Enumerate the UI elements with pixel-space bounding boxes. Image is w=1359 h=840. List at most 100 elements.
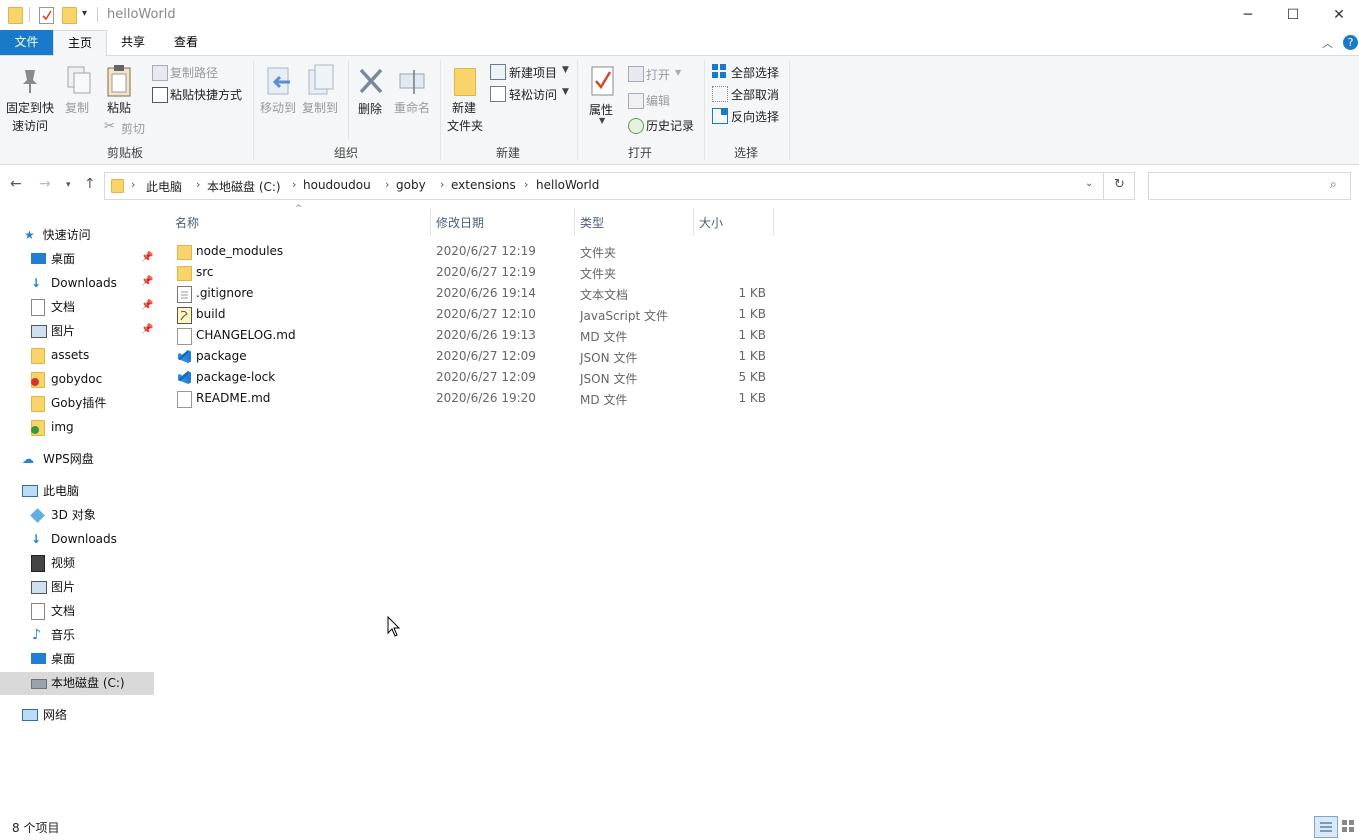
copy-path-button[interactable]: 复制路径 — [170, 64, 218, 81]
table-row[interactable]: build 2020/6/27 12:10 JavaScript 文件 1 KB — [170, 304, 774, 325]
paste-button[interactable]: 粘贴 — [107, 99, 131, 116]
search-box[interactable]: ⌕ — [1148, 172, 1351, 200]
invert-selection-icon — [712, 108, 728, 124]
pin-icon[interactable]: 📌 — [141, 324, 153, 335]
rename-button[interactable]: 重命名 — [394, 99, 430, 116]
address-dropdown-icon[interactable]: ⌄ — [1085, 178, 1093, 189]
table-row[interactable]: package-lock 2020/6/27 12:09 JSON 文件 5 KB — [170, 367, 774, 388]
window-title: helloWorld — [107, 7, 176, 22]
file-size: 1 KB — [738, 349, 766, 363]
tab-file[interactable]: 文件 — [0, 30, 53, 55]
pin-icon[interactable]: 📌 — [141, 276, 153, 287]
delete-icon — [356, 66, 386, 98]
new-item-button[interactable]: 新建项目 — [509, 64, 557, 81]
divider[interactable] — [693, 208, 694, 236]
customize-quick-access-icon[interactable]: ▾ — [82, 8, 87, 19]
new-folder-label-1[interactable]: 新建 — [452, 99, 476, 116]
music-note-icon: ♪ — [32, 627, 41, 643]
divider[interactable] — [773, 208, 774, 236]
nav-label: Downloads — [51, 532, 117, 546]
collapse-ribbon-icon[interactable]: ︿ — [1322, 35, 1333, 51]
help-icon[interactable]: ? — [1343, 35, 1358, 50]
paste-icon — [104, 64, 134, 97]
file-type: MD 文件 — [580, 330, 628, 344]
chevron-right-icon[interactable]: › — [440, 178, 444, 191]
pin-to-quick-access-label-1[interactable]: 固定到快 — [6, 99, 54, 116]
search-input[interactable] — [1153, 176, 1327, 196]
breadcrumb-helloworld[interactable]: helloWorld — [536, 178, 599, 192]
nav-label: 此电脑 — [43, 484, 80, 498]
file-type: 文本文档 — [580, 288, 629, 302]
table-row[interactable]: src 2020/6/27 12:19 文件夹 — [170, 262, 774, 283]
minimize-button[interactable]: ─ — [1225, 0, 1271, 30]
film-icon — [31, 555, 45, 572]
chevron-right-icon[interactable]: › — [196, 178, 200, 191]
properties-quick-icon[interactable] — [39, 7, 54, 24]
copy-to-button[interactable]: 复制到 — [302, 99, 338, 116]
move-to-button[interactable]: 移动到 — [260, 99, 296, 116]
column-header-name[interactable]: 名称 — [175, 214, 199, 231]
edit-button[interactable]: 编辑 — [646, 92, 670, 109]
up-arrow-icon[interactable]: ↑ — [84, 176, 96, 192]
table-row[interactable]: node_modules 2020/6/27 12:19 文件夹 — [170, 241, 774, 262]
back-arrow-icon[interactable]: ← — [10, 176, 22, 192]
pin-to-quick-access-label-2[interactable]: 速访问 — [12, 117, 48, 134]
refresh-icon[interactable]: ↻ — [1114, 177, 1125, 192]
chevron-down-icon[interactable]: ▼ — [562, 65, 569, 75]
pin-icon[interactable]: 📌 — [141, 252, 153, 263]
invert-selection-button[interactable]: 反向选择 — [731, 108, 779, 125]
divider[interactable] — [574, 208, 575, 236]
table-row[interactable]: .gitignore 2020/6/26 19:14 文本文档 1 KB — [170, 283, 774, 304]
nav-quick-access[interactable]: ★ 快速访问 — [24, 224, 91, 246]
paste-shortcut-button[interactable]: 粘贴快捷方式 — [170, 86, 242, 103]
divider[interactable] — [430, 208, 431, 236]
blank-file-icon — [177, 391, 192, 408]
nav-label: img — [51, 420, 74, 434]
chevron-down-icon[interactable]: ▼ — [599, 116, 605, 125]
file-date: 2020/6/27 12:09 — [436, 349, 536, 363]
computer-icon — [22, 485, 38, 497]
tab-home[interactable]: 主页 — [53, 30, 107, 57]
chevron-right-icon[interactable]: › — [292, 178, 296, 191]
tab-view[interactable]: 查看 — [160, 30, 212, 55]
column-header-date[interactable]: 修改日期 — [436, 214, 484, 231]
address-bar[interactable]: › 此电脑 › 本地磁盘 (C:) › houdoudou › goby › e… — [104, 172, 1135, 200]
select-all-button[interactable]: 全部选择 — [731, 64, 779, 81]
maximize-button[interactable]: ☐ — [1270, 0, 1316, 30]
chevron-right-icon[interactable]: › — [524, 178, 528, 191]
forward-arrow-icon[interactable]: → — [39, 176, 51, 192]
chevron-right-icon[interactable]: › — [385, 178, 389, 191]
select-none-button[interactable]: 全部取消 — [731, 86, 779, 103]
new-folder-quick-icon[interactable] — [62, 7, 77, 24]
history-button[interactable]: 历史记录 — [646, 117, 694, 134]
search-icon[interactable]: ⌕ — [1330, 177, 1337, 192]
column-header-size[interactable]: 大小 — [699, 214, 723, 231]
file-name: package — [196, 349, 247, 363]
cut-button[interactable]: 剪切 — [121, 120, 145, 137]
chevron-right-icon[interactable]: › — [131, 178, 135, 191]
easy-access-button[interactable]: 轻松访问 — [509, 86, 557, 103]
file-date: 2020/6/26 19:14 — [436, 286, 536, 300]
breadcrumb-local-disk[interactable]: 本地磁盘 (C:) — [207, 178, 281, 195]
text-file-icon — [177, 286, 192, 303]
chevron-down-icon[interactable]: ▼ — [675, 68, 681, 77]
chevron-down-icon[interactable]: ▼ — [562, 87, 569, 97]
recent-locations-chevron-icon[interactable]: ▾ — [66, 180, 71, 190]
copy-button[interactable]: 复制 — [65, 99, 89, 116]
breadcrumb-extensions[interactable]: extensions — [451, 178, 516, 192]
details-view-button[interactable] — [1314, 816, 1338, 838]
table-row[interactable]: CHANGELOG.md 2020/6/26 19:13 MD 文件 1 KB — [170, 325, 774, 346]
tab-share[interactable]: 共享 — [107, 30, 159, 55]
column-header-type[interactable]: 类型 — [580, 214, 604, 231]
new-folder-label-2[interactable]: 文件夹 — [447, 117, 483, 134]
table-row[interactable]: README.md 2020/6/26 19:20 MD 文件 1 KB — [170, 388, 774, 409]
close-button[interactable]: ✕ — [1316, 0, 1359, 30]
breadcrumb-houdoudou[interactable]: houdoudou — [303, 178, 371, 192]
delete-button[interactable]: 删除 — [358, 100, 382, 117]
open-button[interactable]: 打开 — [646, 66, 670, 83]
breadcrumb-goby[interactable]: goby — [396, 178, 426, 192]
breadcrumb-this-pc[interactable]: 此电脑 — [146, 178, 182, 195]
table-row[interactable]: package 2020/6/27 12:09 JSON 文件 1 KB — [170, 346, 774, 367]
pin-icon[interactable]: 📌 — [141, 300, 153, 311]
large-icons-view-button[interactable] — [1339, 816, 1357, 836]
